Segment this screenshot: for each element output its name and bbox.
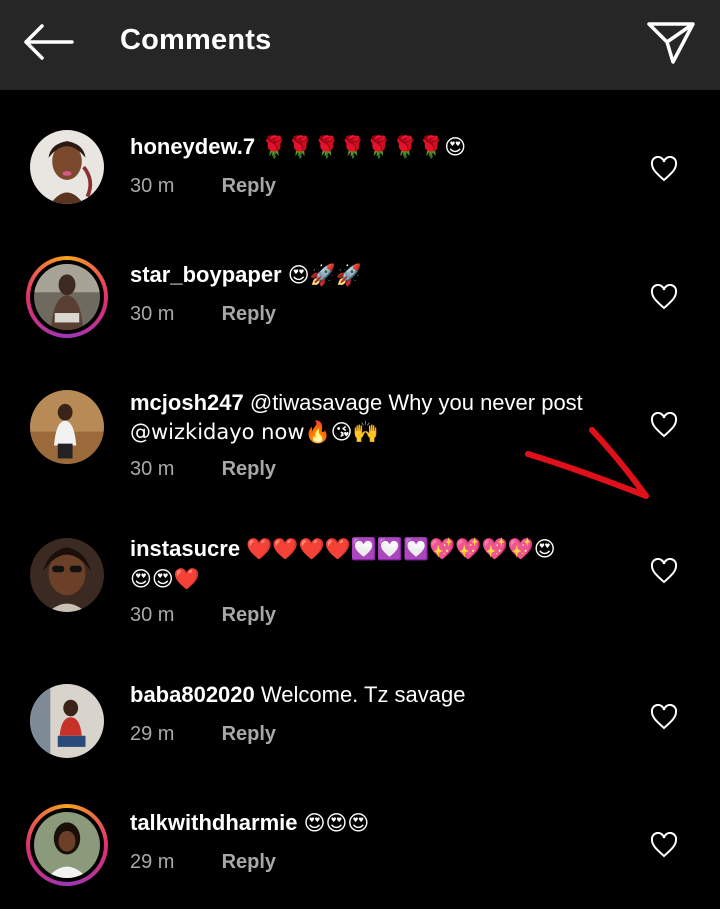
reply-button[interactable]: Reply (222, 303, 276, 325)
avatar-photo (30, 130, 104, 204)
direct-send-icon[interactable] (645, 18, 697, 66)
comment-body: 🌹🌹🌹🌹🌹🌹🌹😍 (261, 135, 467, 159)
avatar-story-ring[interactable] (26, 256, 108, 338)
like-heart-icon[interactable] (650, 832, 678, 858)
comment-text: mcjosh247 @tiwasavage Why you never post… (130, 388, 630, 447)
comment-text: talkwithdharmie 😍😍😍 (130, 808, 630, 838)
comment-time: 30 m (130, 175, 175, 197)
comment-text: star_boypaper 😍🚀🚀 (130, 260, 630, 290)
like-heart-icon[interactable] (650, 156, 678, 182)
avatar-photo (34, 812, 100, 878)
back-arrow-icon[interactable] (20, 22, 76, 62)
comment-body: 😍😍😍 (303, 811, 370, 835)
comment-body-line2: @wizkidayo now🔥😘🙌 (130, 420, 379, 444)
comment-time: 30 m (130, 303, 175, 325)
comment-body: 😍🚀🚀 (287, 263, 362, 287)
comment-meta: 29 m Reply (130, 851, 276, 874)
reply-button[interactable]: Reply (222, 851, 276, 873)
comment-meta: 30 m Reply (130, 303, 276, 326)
comment-body-line2: 😍😍❤️ (130, 567, 200, 591)
comment-text: instasucre ❤️❤️❤️❤️💟💟💟💖💖💖💖😍 😍😍❤️ (130, 534, 630, 594)
reply-button[interactable]: Reply (222, 175, 276, 197)
avatar-photo (34, 264, 100, 330)
comment-time: 30 m (130, 604, 175, 626)
comment-username[interactable]: instasucre (130, 536, 240, 561)
like-heart-icon[interactable] (650, 558, 678, 584)
avatar-photo (30, 538, 104, 612)
comment-username[interactable]: mcjosh247 (130, 390, 244, 415)
comment-meta: 30 m Reply (130, 458, 276, 481)
comment-text: honeydew.7 🌹🌹🌹🌹🌹🌹🌹😍 (130, 132, 630, 162)
reply-button[interactable]: Reply (222, 604, 276, 626)
page-title: Comments (120, 24, 272, 56)
avatar-story-ring[interactable] (26, 804, 108, 886)
avatar[interactable] (26, 126, 108, 208)
comment-meta: 30 m Reply (130, 604, 276, 627)
comment-time: 29 m (130, 723, 175, 745)
comment-username[interactable]: honeydew.7 (130, 134, 255, 159)
comment-time: 30 m (130, 458, 175, 480)
reply-button[interactable]: Reply (222, 458, 276, 480)
avatar-photo (30, 390, 104, 464)
avatar[interactable] (26, 534, 108, 616)
avatar[interactable] (26, 386, 108, 468)
comment-username[interactable]: talkwithdharmie (130, 810, 297, 835)
comment-time: 29 m (130, 851, 175, 873)
like-heart-icon[interactable] (650, 704, 678, 730)
like-heart-icon[interactable] (650, 412, 678, 438)
like-heart-icon[interactable] (650, 284, 678, 310)
comment-body-line1: @tiwasavage Why you never post (249, 390, 583, 415)
reply-button[interactable]: Reply (222, 723, 276, 745)
comment-username[interactable]: baba802020 (130, 682, 255, 707)
comment-meta: 29 m Reply (130, 723, 276, 746)
comment-body: Welcome. Tz savage (260, 682, 466, 707)
comment-text: baba802020 Welcome. Tz savage (130, 680, 630, 709)
comment-meta: 30 m Reply (130, 175, 276, 198)
comment-body-line1: ❤️❤️❤️❤️💟💟💟💖💖💖💖😍 (246, 537, 556, 561)
top-bar: Comments (0, 0, 720, 90)
avatar-photo (30, 684, 104, 758)
comment-username[interactable]: star_boypaper (130, 262, 282, 287)
avatar[interactable] (26, 680, 108, 762)
